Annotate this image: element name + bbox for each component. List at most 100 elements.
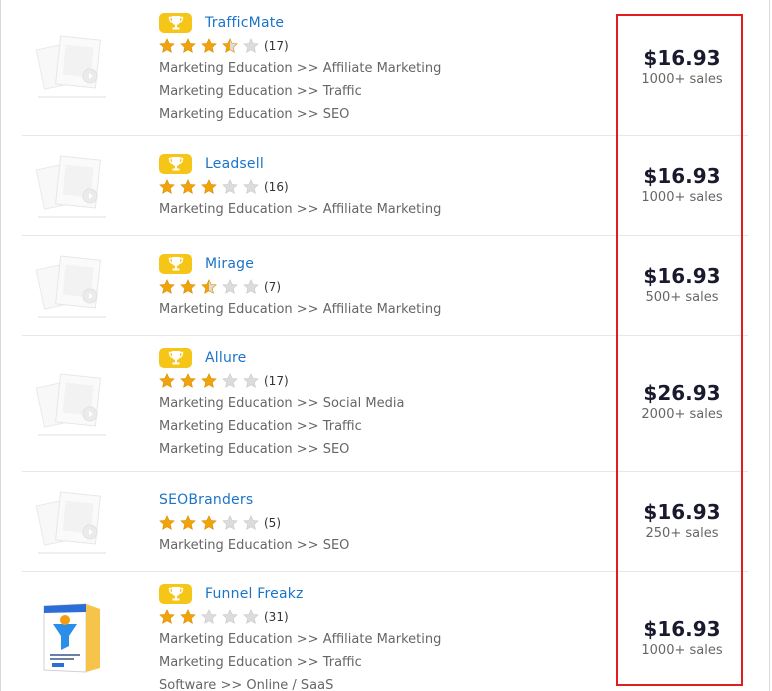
star-icon xyxy=(201,608,217,624)
rating: (5) xyxy=(159,511,618,534)
product-title-link[interactable]: Leadsell xyxy=(205,156,264,172)
star-icon xyxy=(243,372,259,388)
product-title-link[interactable]: Allure xyxy=(205,350,247,366)
category-path[interactable]: Software >> Online / SaaS xyxy=(159,674,618,691)
sales-count: 1000+ sales xyxy=(641,190,723,205)
category-path[interactable]: Marketing Education >> Traffic xyxy=(159,415,618,438)
no-image-placeholder-icon xyxy=(35,255,106,318)
category-path[interactable]: Marketing Education >> SEO xyxy=(159,534,618,557)
sales-count: 2000+ sales xyxy=(641,407,723,422)
trophy-icon xyxy=(159,348,192,368)
product-row[interactable]: Funnel Freakz (31) Marketing Education >… xyxy=(22,572,748,691)
trophy-icon xyxy=(159,154,192,174)
price: $26.93 xyxy=(643,381,721,405)
product-thumbnail[interactable] xyxy=(34,600,110,676)
star-icon xyxy=(180,178,196,194)
product-row[interactable]: Mirage (7) Marketing Education >> Affili… xyxy=(22,236,748,336)
star-icon xyxy=(201,372,217,388)
price: $16.93 xyxy=(643,46,721,70)
trophy-icon xyxy=(159,254,192,274)
price-block: $26.93 2000+ sales xyxy=(620,380,744,424)
category-path[interactable]: Marketing Education >> Traffic xyxy=(159,80,618,103)
no-image-placeholder-icon xyxy=(35,35,106,98)
product-thumbnail[interactable] xyxy=(34,28,110,104)
star-icon xyxy=(222,608,238,624)
product-row[interactable]: Allure (17) Marketing Education >> Socia… xyxy=(22,336,748,472)
no-image-placeholder-icon xyxy=(35,373,106,436)
star-icon xyxy=(201,514,217,530)
category-path[interactable]: Marketing Education >> Affiliate Marketi… xyxy=(159,198,618,221)
star-icon xyxy=(180,37,196,53)
review-count: (7) xyxy=(264,279,281,294)
product-thumbnail[interactable] xyxy=(34,148,110,224)
product-info: Funnel Freakz (31) Marketing Education >… xyxy=(159,583,618,691)
review-count: (17) xyxy=(264,38,289,53)
product-thumbnail[interactable] xyxy=(34,484,110,560)
review-count: (31) xyxy=(264,609,289,624)
star-icon xyxy=(243,608,259,624)
star-icon xyxy=(222,37,238,53)
star-icon xyxy=(180,608,196,624)
star-icon xyxy=(180,514,196,530)
star-rating xyxy=(159,37,264,54)
category-path[interactable]: Marketing Education >> Affiliate Marketi… xyxy=(159,57,618,80)
star-rating xyxy=(159,178,264,195)
product-info: Leadsell (16) Marketing Education >> Aff… xyxy=(159,153,618,221)
category-path[interactable]: Marketing Education >> Social Media xyxy=(159,392,618,415)
price: $16.93 xyxy=(643,264,721,288)
product-box-image xyxy=(43,603,100,673)
star-icon xyxy=(180,372,196,388)
star-icon xyxy=(243,178,259,194)
product-thumbnail[interactable] xyxy=(34,248,110,324)
star-icon xyxy=(201,178,217,194)
product-title-link[interactable]: Mirage xyxy=(205,256,254,272)
category-path[interactable]: Marketing Education >> Affiliate Marketi… xyxy=(159,298,618,321)
trophy-icon xyxy=(159,13,192,33)
product-title-link[interactable]: Funnel Freakz xyxy=(205,586,304,602)
price-block: $16.93 1000+ sales xyxy=(620,616,744,660)
price-block: $16.93 1000+ sales xyxy=(620,45,744,89)
product-info: SEOBranders (5) Marketing Education >> S… xyxy=(159,489,618,557)
price-block: $16.93 500+ sales xyxy=(620,263,744,307)
category-path[interactable]: Marketing Education >> SEO xyxy=(159,103,618,126)
star-icon xyxy=(159,278,175,294)
sales-count: 250+ sales xyxy=(645,526,719,541)
star-rating xyxy=(159,278,264,295)
review-count: (5) xyxy=(264,515,281,530)
product-title-link[interactable]: TrafficMate xyxy=(205,15,284,31)
star-icon xyxy=(222,372,238,388)
product-row[interactable]: SEOBranders (5) Marketing Education >> S… xyxy=(22,472,748,572)
star-rating xyxy=(159,372,264,389)
star-icon xyxy=(159,178,175,194)
price-block: $16.93 1000+ sales xyxy=(620,163,744,207)
price-block: $16.93 250+ sales xyxy=(620,499,744,543)
star-rating xyxy=(159,608,264,625)
rating: (16) xyxy=(159,175,618,198)
category-path[interactable]: Marketing Education >> SEO xyxy=(159,438,618,461)
price: $16.93 xyxy=(643,500,721,524)
star-icon xyxy=(159,608,175,624)
sales-count: 1000+ sales xyxy=(641,643,723,658)
rating: (31) xyxy=(159,605,618,628)
product-row[interactable]: TrafficMate (17) Marketing Education >> … xyxy=(22,0,748,136)
product-thumbnail[interactable] xyxy=(34,366,110,442)
star-icon xyxy=(222,178,238,194)
star-icon xyxy=(201,37,217,53)
rating: (17) xyxy=(159,34,618,57)
star-icon xyxy=(222,514,238,530)
sales-count: 500+ sales xyxy=(645,290,719,305)
sales-count: 1000+ sales xyxy=(641,72,723,87)
product-info: Allure (17) Marketing Education >> Socia… xyxy=(159,347,618,461)
rating: (17) xyxy=(159,369,618,392)
product-row[interactable]: Leadsell (16) Marketing Education >> Aff… xyxy=(22,136,748,236)
star-icon xyxy=(159,37,175,53)
star-icon xyxy=(159,514,175,530)
price: $16.93 xyxy=(643,617,721,641)
category-path[interactable]: Marketing Education >> Affiliate Marketi… xyxy=(159,628,618,651)
product-info: Mirage (7) Marketing Education >> Affili… xyxy=(159,253,618,321)
star-icon xyxy=(180,278,196,294)
product-info: TrafficMate (17) Marketing Education >> … xyxy=(159,12,618,126)
product-title-link[interactable]: SEOBranders xyxy=(159,492,253,508)
category-path[interactable]: Marketing Education >> Traffic xyxy=(159,651,618,674)
review-count: (16) xyxy=(264,179,289,194)
